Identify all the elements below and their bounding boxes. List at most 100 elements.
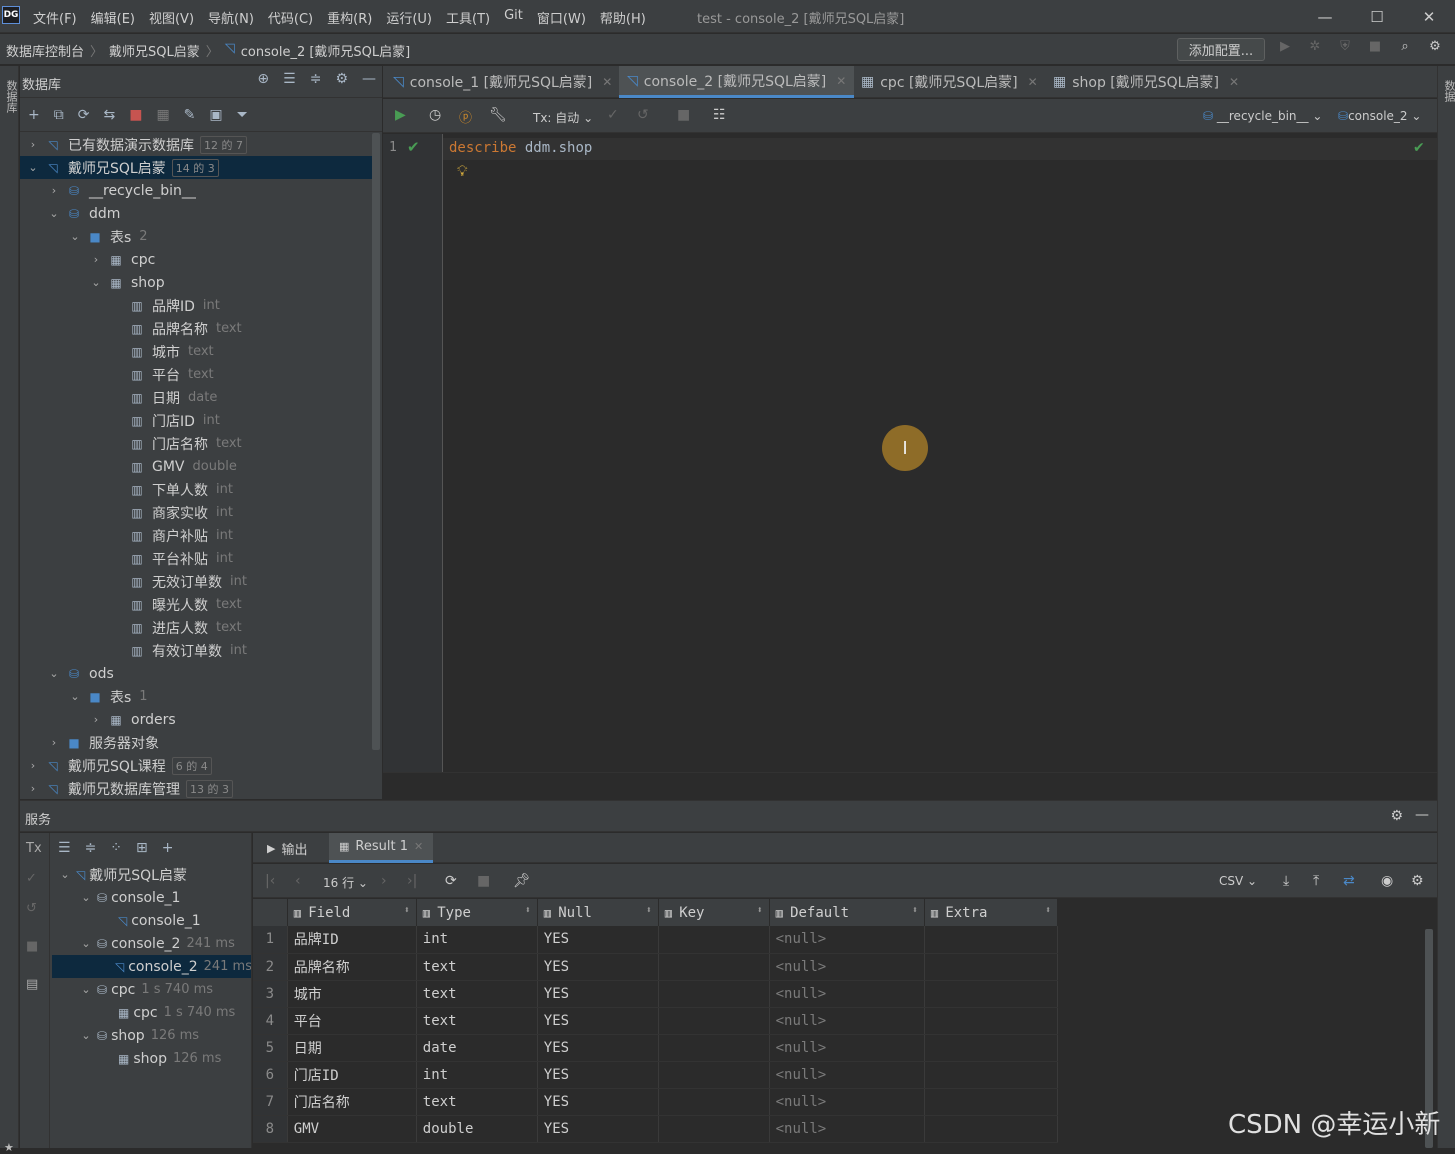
table-row[interactable]: 7 门店名称 text YES <null>	[253, 1088, 1059, 1116]
chevron-right-icon[interactable]: ›	[47, 184, 61, 197]
tree-node[interactable]: ▥ 平台补贴 int	[20, 547, 372, 570]
close-tab-icon[interactable]: ✕	[1229, 75, 1239, 89]
tree-node[interactable]: ⌄ ■ 表s 2	[20, 225, 372, 248]
session-select[interactable]: ⛁console_2 ⌄	[1338, 109, 1421, 123]
table-row[interactable]: 6 门店ID int YES <null>	[253, 1061, 1059, 1089]
table-view-icon[interactable]: ▦	[156, 108, 169, 122]
table-cell[interactable]	[924, 926, 1059, 954]
tree-node[interactable]: ▥ 无效订单数 int	[20, 570, 372, 593]
stop-icon[interactable]: ■	[26, 939, 38, 954]
table-cell[interactable]: 门店名称	[287, 1088, 417, 1116]
tree-node[interactable]: ⌄ ◹ 戴师兄SQL启蒙 14 的 3	[20, 156, 372, 179]
tree-node[interactable]: ▥ 商家实收 int	[20, 501, 372, 524]
table-cell[interactable]: date	[416, 1034, 538, 1062]
tree-node[interactable]: ▥ 品牌ID int	[20, 294, 372, 317]
settings-icon[interactable]: ⚙	[1426, 39, 1444, 54]
rollback-icon[interactable]: ↺	[637, 107, 649, 123]
chevron-down-icon[interactable]: ⌄	[79, 1029, 93, 1042]
table-cell[interactable]	[658, 1061, 770, 1089]
execute-icon[interactable]: ▶	[395, 107, 406, 123]
chevron-right-icon[interactable]: ›	[26, 782, 40, 795]
download-icon[interactable]: ⤓	[1283, 873, 1289, 889]
chevron-down-icon[interactable]: ⌄	[47, 667, 61, 680]
chevron-right-icon[interactable]: ›	[26, 759, 40, 772]
table-cell[interactable]: YES	[537, 926, 659, 954]
cancel-icon[interactable]: ■	[677, 107, 690, 123]
column-header[interactable]: ▥ Key ⬍	[658, 899, 770, 926]
wrench-icon[interactable]: 🔧︎	[489, 107, 507, 123]
chevron-down-icon[interactable]: ⌄	[47, 207, 61, 220]
first-page-icon[interactable]: |‹	[265, 873, 275, 889]
result-grid[interactable]: ▥ Field ⬍ ▥ Type ⬍ ▥ Null ⬍ ▥ Key ⬍ ▥ Default ⬍ ▥ …	[253, 899, 1059, 1143]
service-node[interactable]: ⌄ ⛁ cpc 1 s 740 ms	[52, 978, 251, 1001]
results-tab[interactable]: ▶ 输出	[257, 833, 317, 863]
table-cell[interactable]	[658, 926, 770, 954]
group-icon[interactable]: ⁘	[110, 841, 122, 855]
chevron-down-icon[interactable]: ⌄	[89, 276, 103, 289]
service-node[interactable]: ⌄ ⛁ console_2 241 ms	[52, 932, 251, 955]
commit-icon[interactable]: ✓	[607, 107, 619, 123]
table-cell[interactable]: GMV	[287, 1115, 417, 1143]
table-cell[interactable]: 日期	[287, 1034, 417, 1062]
collapse-all-icon[interactable]: ≑	[310, 72, 322, 86]
table-cell[interactable]: YES	[537, 1088, 659, 1116]
menu-item[interactable]: 运行(U)	[386, 8, 432, 27]
rollback-icon[interactable]: ↺	[26, 901, 37, 916]
table-cell[interactable]	[658, 1007, 770, 1035]
expand-all-icon[interactable]: ☰	[58, 841, 71, 855]
coverage-icon[interactable]: ⛨	[1336, 39, 1354, 54]
gear-icon[interactable]: ⚙	[1390, 808, 1403, 824]
chevron-down-icon[interactable]: ⌄	[79, 937, 93, 950]
close-tab-icon[interactable]: ✕	[414, 840, 423, 853]
table-cell[interactable]: text	[416, 1088, 538, 1116]
transaction-mode-select[interactable]: Tx: 自动 ⌄	[533, 109, 593, 126]
menu-item[interactable]: 导航(N)	[208, 8, 254, 27]
table-cell[interactable]: double	[416, 1115, 538, 1143]
tree-node[interactable]: ▥ 进店人数 text	[20, 616, 372, 639]
menu-item[interactable]: 工具(T)	[446, 8, 490, 27]
table-cell[interactable]	[924, 980, 1059, 1008]
row-count-select[interactable]: 16 行 ⌄	[323, 874, 368, 891]
table-cell[interactable]: int	[416, 926, 538, 954]
table-cell[interactable]: 门店ID	[287, 1061, 417, 1089]
table-cell[interactable]	[658, 1088, 770, 1116]
tree-node[interactable]: › ⛁ __recycle_bin__	[20, 179, 372, 202]
add-icon[interactable]: +	[28, 108, 40, 122]
menu-item[interactable]: 帮助(H)	[600, 8, 646, 27]
menu-item[interactable]: 重构(R)	[327, 8, 372, 27]
schema-sync-icon[interactable]: ⇆	[103, 108, 115, 122]
tree-node[interactable]: › ◹ 戴师兄数据库管理 13 的 3	[20, 777, 372, 798]
tree-node[interactable]: › ◹ 戴师兄SQL课程 6 的 4	[20, 754, 372, 777]
database-tool-window-button[interactable]: 数据库	[3, 80, 19, 113]
upload-icon[interactable]: ⤒	[1313, 873, 1319, 889]
gear-icon[interactable]: ⚙	[335, 72, 348, 86]
table-cell[interactable]: <null>	[769, 1034, 925, 1062]
reload-icon[interactable]: ⟳	[445, 873, 457, 889]
service-node[interactable]: ▦ cpc 1 s 740 ms	[52, 1001, 251, 1024]
table-cell[interactable]: <null>	[769, 1061, 925, 1089]
table-cell[interactable]: YES	[537, 1007, 659, 1035]
chevron-right-icon[interactable]: ›	[47, 736, 61, 749]
chevron-down-icon[interactable]: ⌄	[58, 868, 72, 881]
editor-tab[interactable]: ◹ console_1 [戴师兄SQL启蒙] ✕	[385, 66, 620, 98]
table-cell[interactable]: YES	[537, 1034, 659, 1062]
editor-tab[interactable]: ▦ cpc [戴师兄SQL启蒙] ✕	[853, 66, 1046, 98]
table-cell[interactable]	[658, 953, 770, 981]
table-cell[interactable]: <null>	[769, 1115, 925, 1143]
tree-node[interactable]: ⌄ ▦ shop	[20, 271, 372, 294]
chevron-down-icon[interactable]: ⌄	[26, 161, 40, 174]
tree-node[interactable]: › ■ 服务器对象	[20, 731, 372, 754]
chevron-down-icon[interactable]: ⌄	[79, 891, 93, 904]
chevron-right-icon[interactable]: ›	[26, 138, 40, 151]
tree-node[interactable]: ▥ 日期 date	[20, 386, 372, 409]
maximize-icon[interactable]: ☐	[1351, 0, 1403, 33]
table-row[interactable]: 1 品牌ID int YES <null>	[253, 926, 1059, 954]
commit-icon[interactable]: ✓	[26, 871, 37, 886]
table-cell[interactable]	[924, 1115, 1059, 1143]
breadcrumb-item-console[interactable]: 数据库控制台	[6, 41, 84, 60]
editor-tab[interactable]: ◹ console_2 [戴师兄SQL启蒙] ✕	[619, 66, 855, 98]
column-header[interactable]: ▥ Type ⬍	[416, 899, 538, 926]
results-tab[interactable]: ▦ Result 1 ✕	[329, 833, 434, 863]
table-cell[interactable]: YES	[537, 953, 659, 981]
table-cell[interactable]	[924, 1061, 1059, 1089]
